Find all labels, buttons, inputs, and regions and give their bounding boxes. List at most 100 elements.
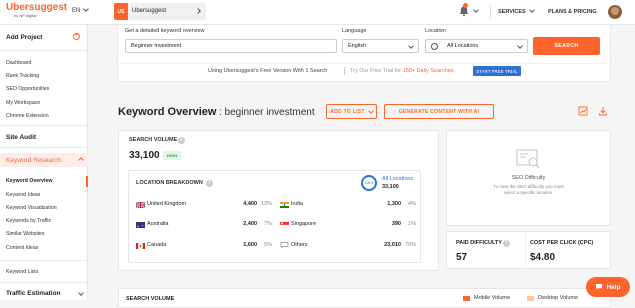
- trial-text-pre: Try Our Free Trial for: [350, 68, 403, 74]
- all-locations-label: All Locations: [382, 176, 414, 182]
- location-label: Location: [425, 28, 446, 34]
- info-icon[interactable]: i: [206, 180, 213, 187]
- sidebar-item-keyword-visualization[interactable]: Keyword Visualization: [6, 205, 57, 211]
- divider: [344, 67, 345, 75]
- top-bar: Ubersuggest by NP digital EN US Ubersugg…: [0, 0, 635, 25]
- sidebar-keyword-research-label: Keyword Research: [6, 157, 61, 164]
- divider: [0, 282, 88, 283]
- language-selector[interactable]: EN: [72, 6, 90, 14]
- info-icon[interactable]: i: [503, 240, 510, 247]
- keyword-input[interactable]: Beginner investment: [125, 39, 337, 53]
- sidebar-item-my-workspace[interactable]: My Workspace: [6, 100, 40, 106]
- add-to-list-button[interactable]: ADD TO LIST: [326, 104, 377, 119]
- download-icon[interactable]: [598, 106, 608, 116]
- country-percent: 70%: [404, 242, 416, 248]
- country-name: United Kingdom: [147, 201, 187, 207]
- divider: [0, 147, 88, 148]
- sidebar-item-similar-websites[interactable]: Similar Websites: [6, 231, 45, 237]
- chat-icon: [280, 242, 289, 248]
- chevron-down-icon: [83, 6, 90, 12]
- search-volume-chart-label: SEARCH VOLUME: [126, 296, 175, 302]
- divider: [0, 260, 88, 261]
- country-name: India: [291, 201, 303, 207]
- nav-services-label: SERVICES: [498, 9, 526, 15]
- divider: [525, 233, 526, 267]
- sidebar-item-dashboard[interactable]: Dashboard: [6, 60, 31, 66]
- globe-icon: [431, 43, 438, 50]
- info-icon[interactable]: i: [178, 137, 185, 144]
- page-title: Keyword Overview: [118, 106, 217, 118]
- chevron-down-icon[interactable]: [473, 7, 479, 13]
- location-value: All Locations: [447, 43, 479, 49]
- sidebar-site-audit[interactable]: Site Audit: [6, 134, 36, 141]
- keyword-title: : beginner investment: [219, 107, 315, 118]
- chevron-down-icon: [517, 43, 523, 49]
- sidebar-item-rank-tracking[interactable]: Rank Tracking: [6, 73, 39, 79]
- project-name: Ubersuggest: [132, 8, 167, 14]
- sidebar-item-keyword-lists[interactable]: Keyword Lists: [6, 269, 38, 275]
- uk-flag-icon: [136, 202, 145, 208]
- avatar[interactable]: [608, 5, 622, 19]
- divider: [0, 125, 88, 126]
- country-volume: 23,010: [384, 242, 401, 248]
- nav-services[interactable]: SERVICES: [498, 7, 535, 15]
- seo-difficulty-desc-line2: select a specific location.: [503, 190, 554, 195]
- divider: [490, 6, 491, 18]
- start-free-trial-button[interactable]: START FREE TRIAL: [473, 66, 521, 76]
- help-label: Help: [606, 283, 621, 291]
- sidebar-item-seo-opportunities[interactable]: SEO Opportunities: [6, 86, 49, 92]
- seo-difficulty-description: To view the SEO difficulty you must sele…: [446, 184, 611, 196]
- help-button[interactable]: Help: [586, 277, 630, 297]
- keyword-label: Get a detailed keyword overview: [125, 28, 205, 34]
- search-volume-label: SEARCH VOLUME: [129, 137, 178, 143]
- sidebar-item-keyword-ideas[interactable]: Keyword Ideas: [6, 192, 40, 198]
- legend-mobile: Mobile Volume: [474, 295, 511, 301]
- sidebar-traffic-estimation[interactable]: Traffic Estimation: [6, 290, 61, 297]
- chevron-right-icon: [195, 8, 201, 14]
- project-selector[interactable]: US Ubersuggest: [114, 3, 206, 20]
- country-percent: 13%: [260, 201, 272, 207]
- seo-difficulty-title: SEO Difficulty: [511, 175, 546, 181]
- cpc-value: $4.80: [530, 252, 556, 263]
- country-percent: 1%: [408, 221, 416, 227]
- sidebar-item-keyword-overview[interactable]: Keyword Overview: [6, 178, 52, 184]
- free-version-text: Using Ubersuggest's Free Version With 1 …: [208, 68, 328, 74]
- generate-ai-content-button[interactable]: GENERATE CONTENT WITH AI: [384, 104, 494, 119]
- location-breakdown-label: LOCATION BREAKDOWN: [136, 180, 203, 186]
- trial-text-highlight: 150+ Daily Searches: [402, 68, 454, 74]
- legend-swatch-desktop: [527, 296, 534, 301]
- chevron-down-icon: [408, 43, 414, 49]
- paid-difficulty-label: PAID DIFFICULTY: [456, 240, 502, 246]
- chart-icon[interactable]: [578, 106, 588, 116]
- language-label: Language: [342, 28, 367, 34]
- location-donut: 100%: [361, 175, 377, 191]
- all-locations-value: 33,100: [382, 184, 399, 190]
- country-percent: 4%: [408, 201, 416, 207]
- document-search-icon: [516, 149, 540, 169]
- volume-level-badge: HIGH: [163, 151, 181, 160]
- language-select[interactable]: English: [342, 39, 419, 53]
- paid-difficulty-value: 57: [456, 252, 468, 263]
- canada-flag-icon: [136, 243, 145, 249]
- sidebar-add-project[interactable]: Add Project: [6, 34, 42, 41]
- chat-icon: [596, 284, 603, 290]
- active-indicator: [86, 176, 88, 187]
- search-button[interactable]: SEARCH: [533, 37, 600, 55]
- country-name: Australia: [147, 221, 169, 227]
- search-volume-value: 33,100: [129, 150, 160, 161]
- country-name: Others: [291, 242, 308, 248]
- sidebar-item-content-ideas[interactable]: Content Ideas: [6, 245, 38, 251]
- metrics-card: [446, 231, 611, 269]
- legend-swatch-mobile: [463, 296, 470, 301]
- chevron-down-icon: [528, 7, 535, 13]
- country-volume: 1,300: [387, 201, 401, 207]
- legend-desktop: Desktop Volume: [538, 295, 579, 301]
- sidebar-item-chrome-extension[interactable]: Chrome Extension: [6, 113, 49, 119]
- divider: [0, 50, 88, 51]
- logo[interactable]: Ubersuggest by NP digital: [6, 3, 67, 19]
- plus-icon[interactable]: +: [73, 33, 80, 40]
- country-percent: 5%: [264, 242, 272, 248]
- sidebar-item-keywords-by-traffic[interactable]: Keywords by Traffic: [6, 218, 51, 224]
- location-select[interactable]: All Locations: [425, 39, 528, 53]
- nav-plans-pricing[interactable]: PLANS & PRICING: [548, 9, 597, 15]
